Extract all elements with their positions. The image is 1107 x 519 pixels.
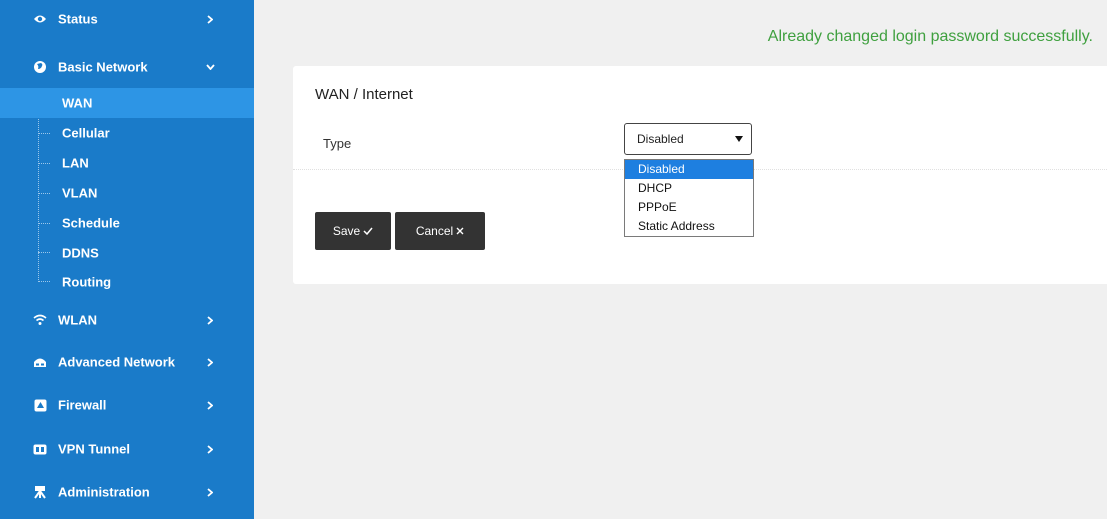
wan-settings-card: WAN / Internet Type Disabled Disabled DH… — [293, 66, 1107, 284]
close-icon — [456, 224, 464, 238]
sidebar-subitem-schedule[interactable]: Schedule — [0, 208, 254, 238]
type-option-disabled[interactable]: Disabled — [625, 160, 753, 179]
check-icon — [363, 224, 373, 238]
sidebar-item-administration[interactable]: Administration — [0, 472, 254, 512]
chevron-right-icon — [205, 315, 215, 325]
sidebar-item-label: VPN Tunnel — [58, 441, 130, 457]
card-title: WAN / Internet — [315, 86, 413, 103]
cancel-button-label: Cancel — [415, 224, 454, 238]
sidebar-subitem-wan[interactable]: WAN — [0, 88, 254, 118]
sidebar-item-label: Basic Network — [58, 59, 148, 75]
sidebar-subitem-lan[interactable]: LAN — [0, 148, 254, 178]
sidebar-subitem-label: WAN — [62, 95, 93, 111]
chevron-right-icon — [205, 14, 215, 24]
sidebar-subitem-label: Routing — [62, 274, 112, 290]
type-option-dhcp[interactable]: DHCP — [625, 179, 753, 198]
chevron-right-icon — [205, 487, 215, 497]
wifi-icon — [33, 313, 47, 327]
sidebar-item-status[interactable]: Status — [0, 0, 254, 38]
sidebar-item-vpn-tunnel[interactable]: VPN Tunnel — [0, 429, 254, 469]
vpn-icon — [33, 442, 47, 456]
save-button[interactable]: Save — [315, 212, 391, 250]
sidebar-subitem-label: VLAN — [62, 185, 98, 201]
sidebar-subitem-routing[interactable]: Routing — [0, 267, 254, 297]
chevron-down-icon — [205, 62, 215, 72]
sidebar-subitem-label: LAN — [62, 155, 89, 171]
chevron-right-icon — [205, 400, 215, 410]
sidebar-subitem-ddns[interactable]: DDNS — [0, 238, 254, 268]
firewall-icon — [33, 398, 47, 412]
eye-icon — [33, 12, 47, 26]
sidebar-item-label: Administration — [58, 484, 150, 500]
type-select-value: Disabled — [637, 132, 684, 146]
success-message: Already changed login password successfu… — [767, 28, 1093, 45]
sidebar-item-label: WLAN — [58, 312, 97, 328]
chevron-right-icon — [205, 444, 215, 454]
type-option-static-address[interactable]: Static Address — [625, 217, 753, 236]
network-icon — [33, 355, 47, 369]
sidebar-item-firewall[interactable]: Firewall — [0, 385, 254, 425]
save-button-label: Save — [332, 224, 361, 238]
type-label: Type — [323, 136, 352, 151]
chevron-right-icon — [205, 357, 215, 367]
sidebar: Status Basic Network WAN Cellular LAN VL… — [0, 0, 254, 519]
sidebar-item-label: Advanced Network — [58, 354, 176, 370]
type-select[interactable]: Disabled — [624, 123, 752, 155]
cancel-button[interactable]: Cancel — [395, 212, 485, 250]
sidebar-item-label: Firewall — [58, 397, 107, 413]
caret-down-icon — [735, 136, 743, 142]
sidebar-subitem-vlan[interactable]: VLAN — [0, 178, 254, 208]
sidebar-item-label: Status — [58, 11, 98, 27]
sidebar-subitem-label: DDNS — [62, 245, 99, 261]
sidebar-item-wlan[interactable]: WLAN — [0, 300, 254, 340]
admin-icon — [33, 485, 47, 499]
sidebar-subitem-label: Cellular — [62, 125, 110, 141]
type-option-pppoe[interactable]: PPPoE — [625, 198, 753, 217]
type-dropdown-list: Disabled DHCP PPPoE Static Address — [624, 159, 754, 237]
globe-icon — [33, 60, 47, 74]
sidebar-item-advanced-network[interactable]: Advanced Network — [0, 342, 254, 382]
sidebar-item-basic-network[interactable]: Basic Network — [0, 46, 254, 88]
sidebar-subitem-label: Schedule — [62, 215, 120, 231]
sidebar-subitem-cellular[interactable]: Cellular — [0, 118, 254, 148]
